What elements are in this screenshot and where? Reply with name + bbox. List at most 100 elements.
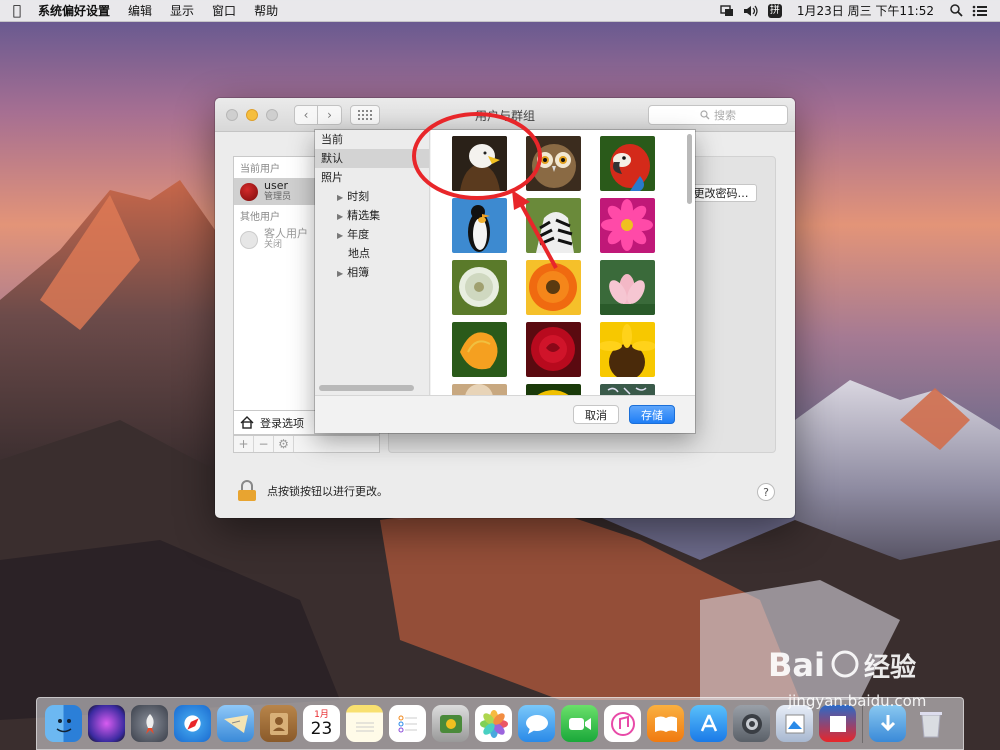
siri-icon[interactable] [88,705,125,742]
disclosure-triangle-icon[interactable]: ▶ [337,269,343,278]
baidu-jingyan-watermark: Bai 经验 jingyan.baidu.com [768,642,968,715]
picture-orange-poppy[interactable] [452,322,507,377]
close-button[interactable] [226,108,238,121]
disclosure-triangle-icon[interactable]: ▶ [337,231,343,240]
menu-window[interactable]: 窗口 [203,2,245,19]
screen-mirroring-icon[interactable] [715,0,739,22]
facetime-icon[interactable] [561,705,598,742]
picture-lotus[interactable] [600,260,655,315]
itunes-icon[interactable] [604,705,641,742]
picture-penguin[interactable] [452,198,507,253]
disclosure-triangle-icon[interactable]: ▶ [337,193,343,202]
svg-text:Bai: Bai [768,646,825,684]
user-list-controls: + − ⚙ [233,435,380,453]
minimize-button[interactable] [246,108,258,121]
source-moments-label: 时刻 [347,190,370,203]
search-field[interactable]: 搜索 [648,105,788,125]
calendar-month: 1月 [314,709,329,720]
gear-icon[interactable]: ⚙ [274,436,294,452]
picture-grid [431,130,695,395]
search-icon [700,110,710,120]
back-button[interactable]: ‹ [294,104,318,125]
user-name: user [264,179,288,192]
notes-icon[interactable] [346,705,383,742]
chevron-left-icon: ‹ [303,107,309,122]
ibooks-icon[interactable] [647,705,684,742]
apple-icon[interactable]:  [0,3,34,19]
spotlight-search-icon[interactable] [944,0,968,22]
source-collections-label: 精选集 [347,209,381,222]
picture-sunflower[interactable] [600,322,655,377]
messages-icon[interactable] [518,705,555,742]
forward-button[interactable]: › [318,104,342,125]
login-options-label: 登录选项 [260,416,304,430]
show-all-button[interactable] [350,104,380,125]
avatar [240,182,258,201]
calendar-day: 23 [310,718,333,739]
lock-row: 点按锁按钮以进行更改。 [237,480,388,502]
svg-text:经验: 经验 [864,652,916,683]
lock-icon[interactable] [237,480,257,502]
save-button[interactable]: 存储 [629,405,675,424]
svg-text:jingyan.baidu.com: jingyan.baidu.com [787,692,926,710]
picture-zebra[interactable] [526,198,581,253]
source-years[interactable]: ▶ 年度 [315,225,429,244]
house-icon [240,416,254,429]
photos-icon[interactable] [475,705,512,742]
guest-status: 关闭 [264,240,283,250]
mail-icon[interactable] [217,705,254,742]
input-method-icon[interactable]: 拼 [763,0,787,22]
menu-help[interactable]: 帮助 [245,2,287,19]
picture-dandelion[interactable] [452,260,507,315]
finder-icon[interactable] [45,705,82,742]
picture-source-list: 当前 默认 照片 ▶ 时刻 ▶ 精选集 ▶ 年度 地点 ▶ 相簿 [315,130,430,395]
source-albums-label: 相簿 [347,266,370,279]
launchpad-icon[interactable] [131,705,168,742]
source-moments[interactable]: ▶ 时刻 [315,187,429,206]
disclosure-triangle-icon[interactable]: ▶ [337,212,343,221]
window-titlebar: ‹ › 用户与群组 搜索 [215,98,795,132]
app-store-icon[interactable] [690,705,727,742]
change-password-button[interactable]: 更改密码… [685,184,757,202]
source-defaults[interactable]: 默认 [315,149,429,168]
user-role: 管理员 [264,192,292,202]
calendar-icon[interactable]: 1月 23 [303,705,340,742]
menu-view[interactable]: 显示 [161,2,203,19]
zoom-button[interactable] [266,108,278,121]
picture-pink-flower[interactable] [600,198,655,253]
volume-icon[interactable] [739,0,763,22]
grid-icon [358,109,372,120]
cancel-button[interactable]: 取消 [573,405,619,424]
picture-parrot[interactable] [600,136,655,191]
picture-shell[interactable] [452,384,507,395]
picture-red-rose[interactable] [526,322,581,377]
menu-clock[interactable]: 1月23日 周三 下午11:52 [787,2,944,19]
source-years-label: 年度 [347,228,370,241]
picture-eagle[interactable] [452,136,507,191]
menu-app-name[interactable]: 系统偏好设置 [34,2,119,19]
contacts-icon[interactable] [260,705,297,742]
picture-owl[interactable] [526,136,581,191]
picture-leaf[interactable] [526,384,581,395]
picture-chalkboard[interactable] [600,384,655,395]
add-user-button[interactable]: + [234,436,254,452]
menu-edit[interactable]: 编辑 [119,2,161,19]
help-button[interactable]: ? [757,483,775,501]
guest-avatar [240,230,258,249]
vertical-scrollbar[interactable] [687,134,692,204]
source-places[interactable]: 地点 [315,244,429,263]
sheet-footer: 取消 存储 [315,395,695,433]
horizontal-scrollbar[interactable] [319,385,414,391]
source-albums[interactable]: ▶ 相簿 [315,263,429,282]
photo-booth-icon[interactable] [432,705,469,742]
system-preferences-icon[interactable] [733,705,770,742]
source-current[interactable]: 当前 [315,130,429,149]
reminders-icon[interactable] [389,705,426,742]
source-photos[interactable]: 照片 [315,168,429,187]
source-collections[interactable]: ▶ 精选集 [315,206,429,225]
remove-user-button[interactable]: − [254,436,274,452]
chevron-right-icon: › [327,107,332,122]
notification-center-icon[interactable] [968,0,992,22]
safari-icon[interactable] [174,705,211,742]
picture-orange-gerbera[interactable] [526,260,581,315]
